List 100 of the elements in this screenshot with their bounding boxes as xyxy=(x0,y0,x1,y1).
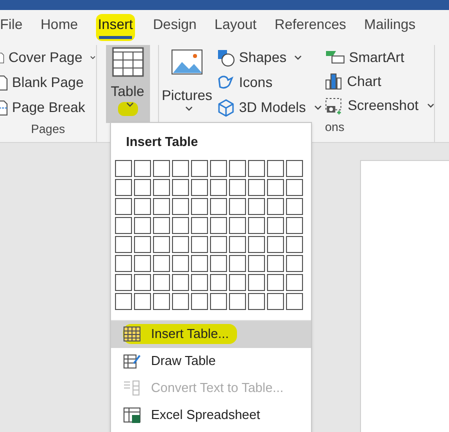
grid-cell[interactable] xyxy=(153,254,170,272)
ribbon-button[interactable]: Icons xyxy=(217,70,325,95)
grid-cell[interactable] xyxy=(191,198,208,214)
menu-item[interactable]: Draw Table xyxy=(111,348,311,374)
grid-cell[interactable] xyxy=(191,254,208,272)
grid-cell[interactable] xyxy=(191,236,208,252)
grid-cell[interactable] xyxy=(229,216,246,234)
grid-cell[interactable] xyxy=(210,254,227,272)
grid-cell[interactable] xyxy=(134,254,151,272)
grid-cell[interactable] xyxy=(248,160,265,176)
grid-cell[interactable] xyxy=(172,236,189,252)
grid-cell[interactable] xyxy=(248,198,265,214)
grid-cell[interactable] xyxy=(286,178,303,196)
grid-cell[interactable] xyxy=(191,178,208,196)
grid-cell[interactable] xyxy=(248,254,265,272)
ribbon-tab[interactable]: Mailings xyxy=(364,14,416,41)
grid-cell[interactable] xyxy=(191,292,208,310)
grid-cell[interactable] xyxy=(134,236,151,252)
grid-cell[interactable] xyxy=(191,274,208,290)
grid-cell[interactable] xyxy=(267,216,284,234)
grid-cell[interactable] xyxy=(191,216,208,234)
grid-cell[interactable] xyxy=(210,198,227,214)
grid-cell[interactable] xyxy=(248,274,265,290)
grid-cell[interactable] xyxy=(248,292,265,310)
grid-cell[interactable] xyxy=(210,216,227,234)
ribbon-tab[interactable]: Design xyxy=(152,14,197,41)
grid-cell[interactable] xyxy=(229,198,246,214)
grid-cell[interactable] xyxy=(134,216,151,234)
grid-cell[interactable] xyxy=(134,198,151,214)
grid-cell[interactable] xyxy=(115,254,132,272)
grid-cell[interactable] xyxy=(210,160,227,176)
grid-cell[interactable] xyxy=(267,236,284,252)
grid-cell[interactable] xyxy=(115,198,132,214)
grid-cell[interactable] xyxy=(286,216,303,234)
grid-cell[interactable] xyxy=(153,178,170,196)
menu-item[interactable]: Excel Spreadsheet xyxy=(111,402,311,428)
grid-cell[interactable] xyxy=(229,292,246,310)
grid-cell[interactable] xyxy=(210,236,227,252)
grid-cell[interactable] xyxy=(210,178,227,196)
grid-cell[interactable] xyxy=(229,160,246,176)
grid-cell[interactable] xyxy=(286,160,303,176)
grid-cell[interactable] xyxy=(267,254,284,272)
ribbon-button[interactable]: Shapes xyxy=(217,45,325,70)
grid-cell[interactable] xyxy=(229,178,246,196)
grid-cell[interactable] xyxy=(153,216,170,234)
grid-cell[interactable] xyxy=(286,254,303,272)
ribbon-button[interactable]: Screenshot xyxy=(325,94,434,118)
grid-cell[interactable] xyxy=(229,236,246,252)
grid-cell[interactable] xyxy=(153,198,170,214)
ribbon-button[interactable]: 3D Models xyxy=(217,95,325,120)
ribbon-button[interactable]: Blank Page xyxy=(0,70,96,95)
grid-cell[interactable] xyxy=(153,274,170,290)
menu-item[interactable]: Insert Table... xyxy=(111,320,311,348)
grid-cell[interactable] xyxy=(172,254,189,272)
grid-cell[interactable] xyxy=(286,236,303,252)
grid-cell[interactable] xyxy=(286,292,303,310)
ribbon-button[interactable]: Page Break xyxy=(0,95,96,120)
grid-cell[interactable] xyxy=(115,216,132,234)
grid-cell[interactable] xyxy=(172,178,189,196)
grid-cell[interactable] xyxy=(229,254,246,272)
grid-cell[interactable] xyxy=(172,274,189,290)
grid-cell[interactable] xyxy=(267,274,284,290)
pictures-button[interactable]: Pictures xyxy=(162,85,212,106)
grid-cell[interactable] xyxy=(248,236,265,252)
grid-cell[interactable] xyxy=(153,160,170,176)
ribbon-tab[interactable]: References xyxy=(274,14,346,41)
grid-cell[interactable] xyxy=(248,178,265,196)
grid-cell[interactable] xyxy=(267,292,284,310)
ribbon-tab[interactable]: Layout xyxy=(214,14,257,41)
grid-cell[interactable] xyxy=(115,292,132,310)
grid-cell[interactable] xyxy=(191,160,208,176)
grid-cell[interactable] xyxy=(248,216,265,234)
grid-cell[interactable] xyxy=(286,198,303,214)
grid-cell[interactable] xyxy=(134,178,151,196)
grid-cell[interactable] xyxy=(134,160,151,176)
grid-cell[interactable] xyxy=(229,274,246,290)
grid-cell[interactable] xyxy=(172,160,189,176)
grid-cell[interactable] xyxy=(286,274,303,290)
grid-cell[interactable] xyxy=(115,160,132,176)
grid-cell[interactable] xyxy=(153,292,170,310)
grid-cell[interactable] xyxy=(267,160,284,176)
ribbon-tab[interactable]: Home xyxy=(40,14,78,41)
grid-cell[interactable] xyxy=(134,292,151,310)
grid-cell[interactable] xyxy=(172,216,189,234)
ribbon-tab[interactable]: Insert xyxy=(96,14,135,41)
grid-cell[interactable] xyxy=(267,198,284,214)
grid-cell[interactable] xyxy=(210,292,227,310)
grid-cell[interactable] xyxy=(134,274,151,290)
grid-cell[interactable] xyxy=(115,274,132,290)
ribbon-button[interactable]: SmartArt xyxy=(325,45,434,70)
grid-cell[interactable] xyxy=(115,178,132,196)
grid-cell[interactable] xyxy=(210,274,227,290)
table-button[interactable]: Table xyxy=(106,45,150,123)
grid-cell[interactable] xyxy=(267,178,284,196)
ribbon-tab[interactable]: File xyxy=(0,14,23,41)
grid-cell[interactable] xyxy=(172,198,189,214)
ribbon-button[interactable]: Cover Page xyxy=(0,45,96,70)
grid-cell[interactable] xyxy=(115,236,132,252)
grid-cell[interactable] xyxy=(172,292,189,310)
ribbon-button[interactable]: Chart xyxy=(325,69,434,94)
